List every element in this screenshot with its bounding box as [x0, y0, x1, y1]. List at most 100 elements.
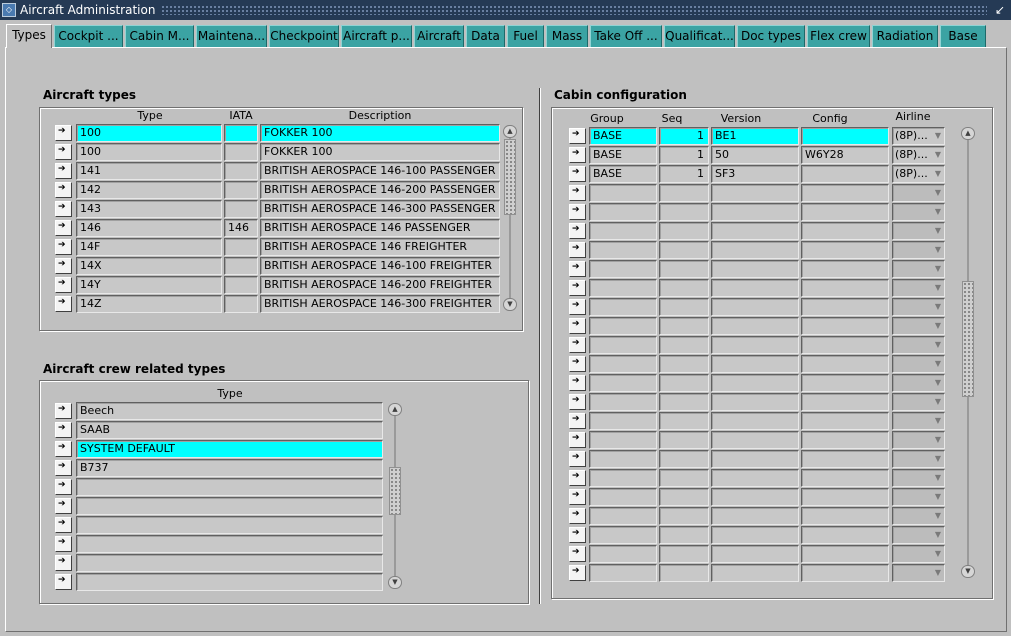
type-cell[interactable]: 100 [76, 124, 222, 142]
scroll-up-icon[interactable]: ▲ [961, 127, 975, 140]
tab-item[interactable]: Maintena... [196, 25, 267, 47]
record-selector[interactable]: ➔ [55, 536, 72, 552]
version-cell[interactable] [711, 374, 799, 392]
seq-cell[interactable]: 1 [659, 127, 709, 145]
iata-cell[interactable] [224, 295, 258, 313]
record-selector[interactable]: ➔ [569, 565, 586, 581]
record-selector[interactable]: ➔ [569, 546, 586, 562]
seq-cell[interactable] [659, 450, 709, 468]
record-selector[interactable]: ➔ [569, 280, 586, 296]
group-cell[interactable] [589, 431, 657, 449]
record-selector[interactable]: ➔ [569, 451, 586, 467]
seq-cell[interactable] [659, 526, 709, 544]
tab-item[interactable]: Aircraft [414, 25, 464, 47]
seq-cell[interactable] [659, 564, 709, 582]
record-selector[interactable]: ➔ [55, 517, 72, 533]
record-selector[interactable]: ➔ [55, 574, 72, 590]
seq-cell[interactable] [659, 355, 709, 373]
tab-item[interactable]: Take Off ... [590, 25, 662, 47]
group-cell[interactable] [589, 203, 657, 221]
type-cell[interactable]: 142 [76, 181, 222, 199]
crew-type-cell[interactable] [76, 535, 383, 553]
seq-cell[interactable] [659, 222, 709, 240]
airline-dropdown[interactable]: ▼ [892, 374, 945, 392]
config-cell[interactable] [801, 317, 889, 335]
seq-cell[interactable] [659, 184, 709, 202]
scroll-thumb[interactable] [389, 467, 401, 515]
seq-cell[interactable] [659, 336, 709, 354]
airline-dropdown[interactable]: ▼ [892, 564, 945, 582]
group-cell[interactable] [589, 545, 657, 563]
record-selector[interactable]: ➔ [569, 375, 586, 391]
description-cell[interactable]: FOKKER 100 [260, 124, 500, 142]
record-selector[interactable]: ➔ [569, 508, 586, 524]
iata-cell[interactable] [224, 257, 258, 275]
record-selector[interactable]: ➔ [55, 296, 72, 312]
airline-dropdown[interactable]: ▼ [892, 545, 945, 563]
airline-dropdown[interactable]: ▼ [892, 431, 945, 449]
record-selector[interactable]: ➔ [569, 394, 586, 410]
record-selector[interactable]: ➔ [55, 201, 72, 217]
record-selector[interactable]: ➔ [569, 413, 586, 429]
scroll-down-icon[interactable]: ▼ [961, 565, 975, 578]
seq-cell[interactable] [659, 203, 709, 221]
version-cell[interactable] [711, 564, 799, 582]
record-selector[interactable]: ➔ [55, 125, 72, 141]
description-cell[interactable]: BRITISH AEROSPACE 146 FREIGHTER [260, 238, 500, 256]
group-cell[interactable]: BASE [589, 146, 657, 164]
group-cell[interactable] [589, 355, 657, 373]
config-cell[interactable] [801, 127, 889, 145]
description-cell[interactable]: BRITISH AEROSPACE 146-100 FREIGHTER [260, 257, 500, 275]
record-selector[interactable]: ➔ [569, 318, 586, 334]
airline-dropdown[interactable]: ▼ [892, 412, 945, 430]
config-cell[interactable] [801, 165, 889, 183]
iata-cell[interactable] [224, 200, 258, 218]
record-selector[interactable]: ➔ [55, 163, 72, 179]
config-cell[interactable] [801, 260, 889, 278]
record-selector[interactable]: ➔ [55, 555, 72, 571]
record-selector[interactable]: ➔ [55, 220, 72, 236]
record-selector[interactable]: ➔ [55, 441, 72, 457]
config-cell[interactable] [801, 431, 889, 449]
record-selector[interactable]: ➔ [55, 498, 72, 514]
record-selector[interactable]: ➔ [569, 147, 586, 163]
seq-cell[interactable] [659, 469, 709, 487]
record-selector[interactable]: ➔ [55, 182, 72, 198]
description-cell[interactable]: BRITISH AEROSPACE 146-100 PASSENGER [260, 162, 500, 180]
crew-type-cell[interactable]: SAAB [76, 421, 383, 439]
version-cell[interactable]: 50 [711, 146, 799, 164]
record-selector[interactable]: ➔ [55, 460, 72, 476]
seq-cell[interactable] [659, 260, 709, 278]
record-selector[interactable]: ➔ [55, 479, 72, 495]
airline-dropdown[interactable]: ▼ [892, 184, 945, 202]
config-cell[interactable] [801, 545, 889, 563]
crew-type-cell[interactable]: B737 [76, 459, 383, 477]
cabin-config-scrollbar[interactable]: ▲ ▼ [961, 127, 975, 578]
record-selector[interactable]: ➔ [569, 204, 586, 220]
airline-dropdown[interactable]: ▼ [892, 298, 945, 316]
scroll-down-icon[interactable]: ▼ [503, 298, 517, 311]
description-cell[interactable]: BRITISH AEROSPACE 146-300 PASSENGER [260, 200, 500, 218]
record-selector[interactable]: ➔ [55, 144, 72, 160]
airline-dropdown[interactable]: (8P)... ▼ [892, 127, 945, 145]
tab-item[interactable]: Cockpit ... [54, 25, 123, 47]
version-cell[interactable] [711, 393, 799, 411]
version-cell[interactable] [711, 298, 799, 316]
crew-type-cell[interactable] [76, 497, 383, 515]
group-cell[interactable] [589, 279, 657, 297]
tab-types[interactable]: Types [6, 24, 52, 48]
tab-item[interactable]: Qualificat... [664, 25, 735, 47]
version-cell[interactable] [711, 222, 799, 240]
seq-cell[interactable]: 1 [659, 165, 709, 183]
record-selector[interactable]: ➔ [569, 356, 586, 372]
description-cell[interactable]: BRITISH AEROSPACE 146-200 PASSENGER [260, 181, 500, 199]
iata-cell[interactable] [224, 124, 258, 142]
description-cell[interactable]: FOKKER 100 [260, 143, 500, 161]
version-cell[interactable] [711, 241, 799, 259]
record-selector[interactable]: ➔ [569, 261, 586, 277]
airline-dropdown[interactable]: ▼ [892, 317, 945, 335]
tab-item[interactable]: Cabin M... [125, 25, 194, 47]
aircraft-types-scrollbar[interactable]: ▲ ▼ [503, 125, 517, 311]
crew-type-cell[interactable]: SYSTEM DEFAULT [76, 440, 383, 458]
tab-item[interactable]: Checkpoint [269, 25, 339, 47]
